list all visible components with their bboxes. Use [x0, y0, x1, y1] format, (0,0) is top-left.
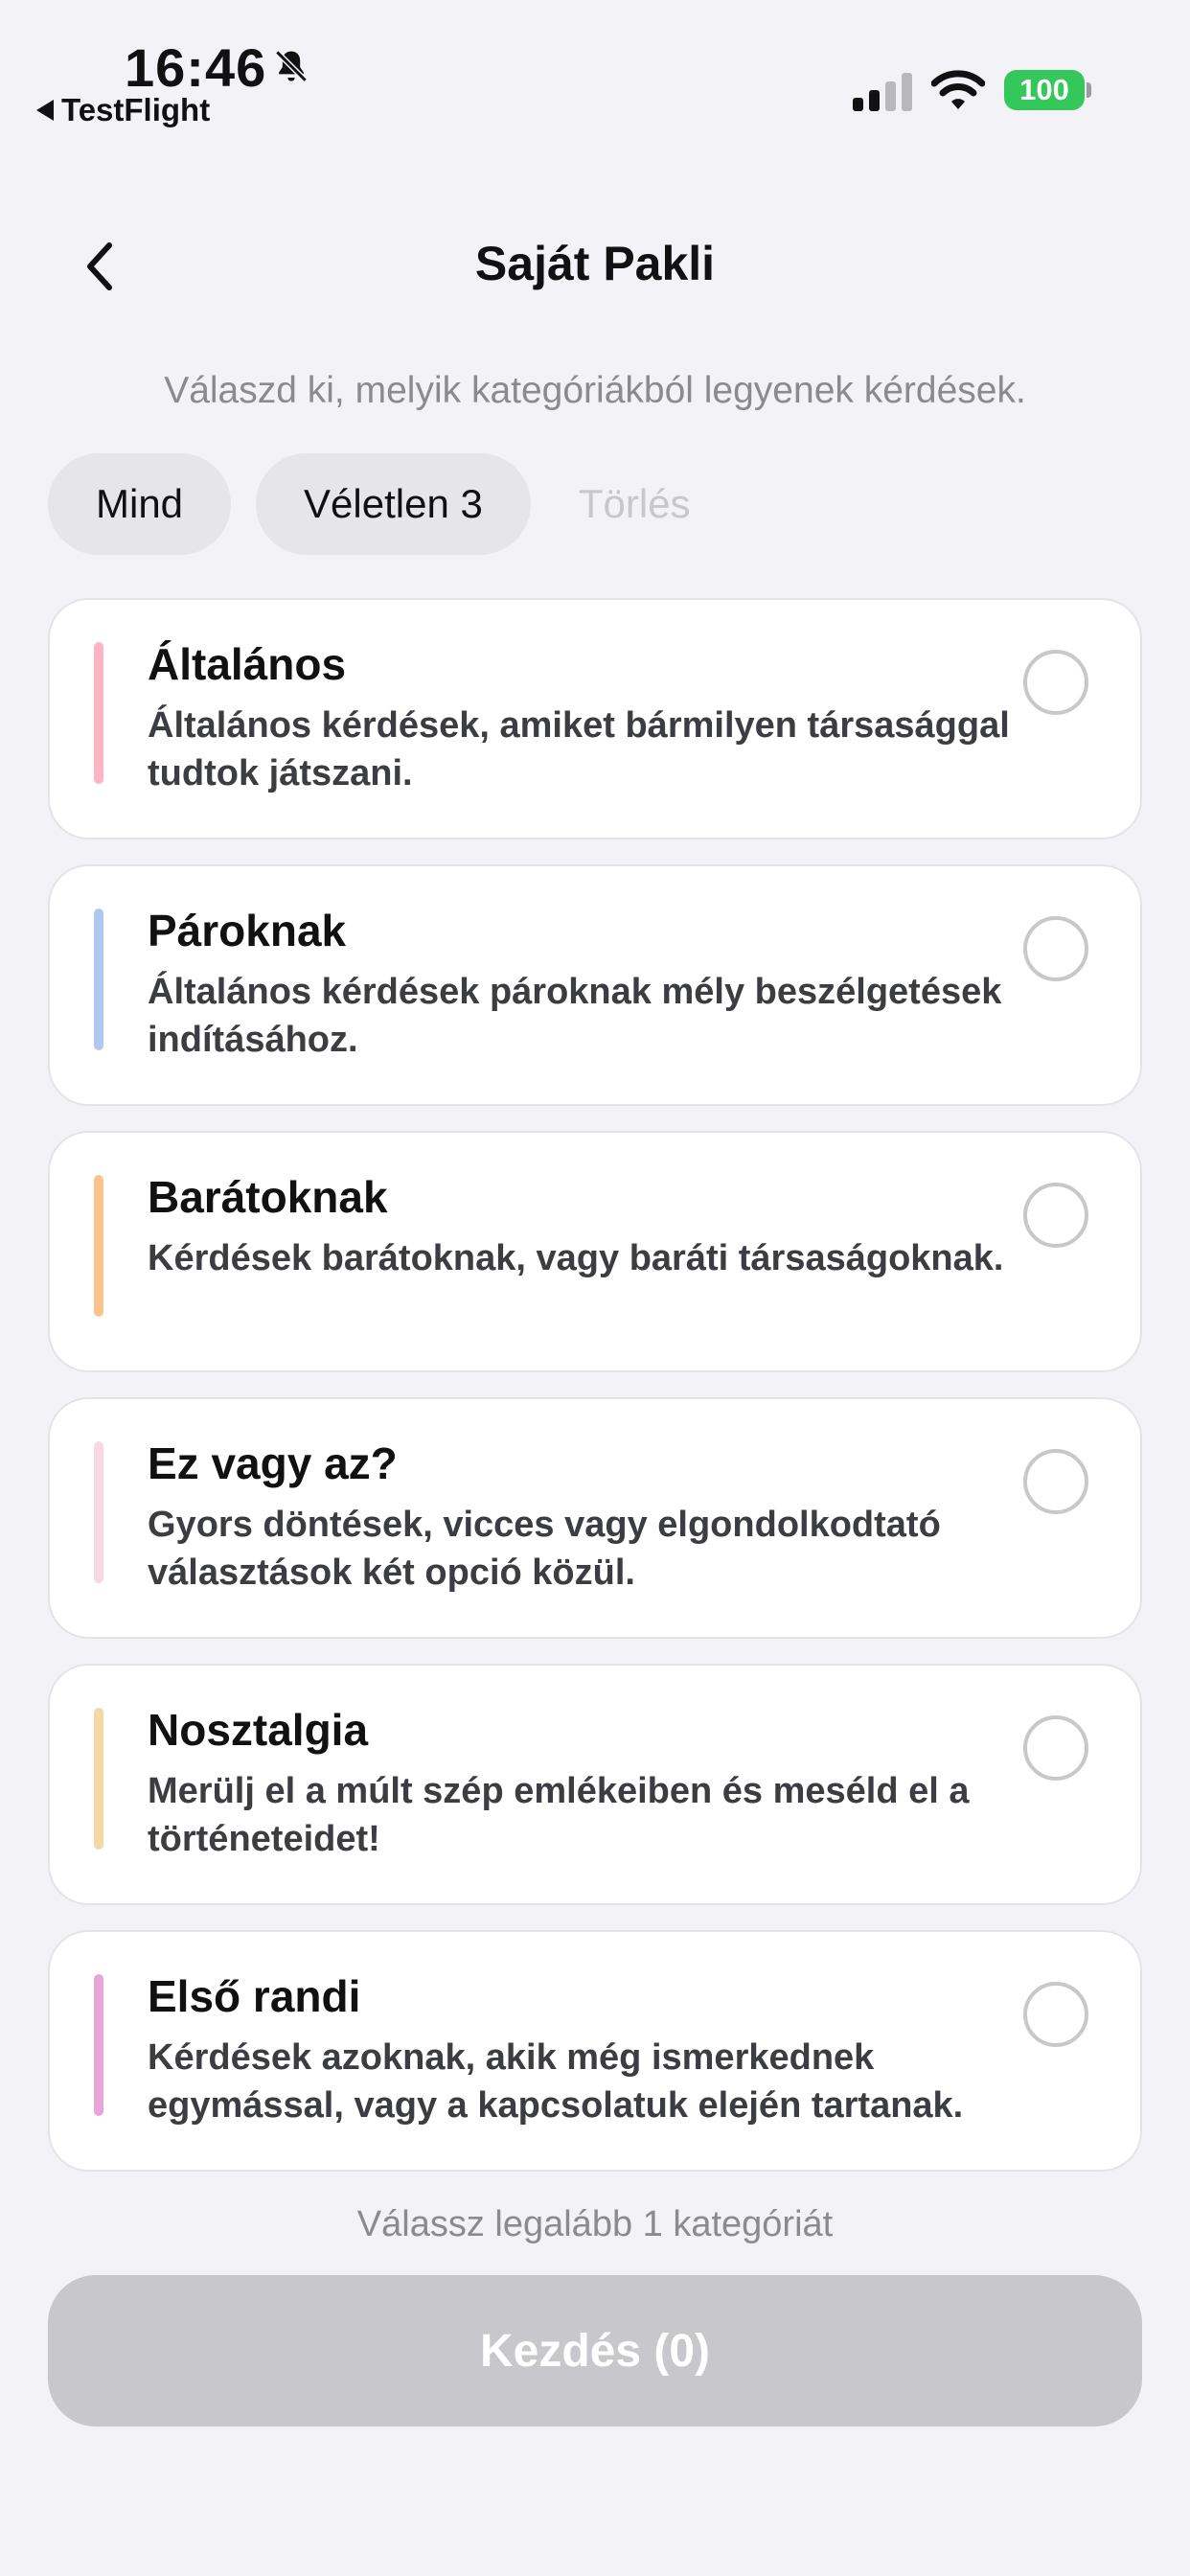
category-title: Barátoknak: [148, 1172, 388, 1222]
selection-chips: Mind Véletlen 3 Törlés: [48, 453, 714, 555]
back-triangle-icon: [36, 100, 54, 121]
category-description: Általános kérdések pároknak mély beszélg…: [148, 972, 1002, 1060]
status-time: 16:46: [125, 37, 267, 98]
category-accent-bar: [94, 1175, 103, 1317]
page-subtitle: Válaszd ki, melyik kategóriákból legyene…: [164, 370, 1026, 411]
status-bar: 16:46 TestFlight 100: [0, 0, 1190, 144]
category-accent-bar: [94, 642, 103, 784]
start-button[interactable]: Kezdés (0): [48, 2275, 1142, 2426]
back-to-testflight[interactable]: TestFlight: [36, 92, 210, 128]
category-radio[interactable]: [1023, 650, 1088, 715]
random-three-chip[interactable]: Véletlen 3: [256, 453, 531, 555]
category-card[interactable]: Első randi Kérdések azoknak, akik még is…: [48, 1930, 1142, 2172]
category-description: Általános kérdések, amiket bármilyen tár…: [148, 705, 1010, 794]
category-title: Pároknak: [148, 906, 347, 955]
select-all-chip[interactable]: Mind: [48, 453, 232, 555]
wifi-icon: [931, 70, 985, 109]
category-card[interactable]: Ez vagy az? Gyors döntések, vicces vagy …: [48, 1397, 1142, 1639]
battery-icon: 100: [1004, 70, 1085, 110]
category-radio[interactable]: [1023, 1715, 1088, 1781]
category-title: Általános: [148, 639, 347, 689]
category-description: Merülj el a múlt szép emlékeiben és mesé…: [148, 1771, 970, 1859]
category-description: Gyors döntések, vicces vagy elgondolkodt…: [148, 1505, 941, 1593]
battery-level: 100: [1019, 73, 1069, 106]
category-accent-bar: [94, 1974, 103, 2116]
category-radio[interactable]: [1023, 916, 1088, 981]
category-radio[interactable]: [1023, 1449, 1088, 1514]
category-card[interactable]: Általános Általános kérdések, amiket bár…: [48, 598, 1142, 840]
category-radio[interactable]: [1023, 1183, 1088, 1248]
bell-slash-icon: [275, 50, 308, 82]
category-card[interactable]: Nosztalgia Merülj el a múlt szép emlékei…: [48, 1664, 1142, 1905]
category-title: Első randi: [148, 1971, 361, 2021]
selection-hint: Válassz legalább 1 kategóriát: [356, 2204, 834, 2244]
category-title: Ez vagy az?: [148, 1438, 398, 1488]
category-accent-bar: [94, 1708, 103, 1850]
page-title: Saját Pakli: [474, 237, 716, 290]
cellular-signal-icon: [853, 73, 912, 111]
category-accent-bar: [94, 908, 103, 1050]
category-card[interactable]: Barátoknak Kérdések barátoknak, vagy bar…: [48, 1131, 1142, 1372]
category-accent-bar: [94, 1441, 103, 1583]
category-description: Kérdések azoknak, akik még ismerkednek e…: [148, 2037, 964, 2126]
battery-cap: [1087, 82, 1091, 98]
category-list: Általános Általános kérdések, amiket bár…: [48, 598, 1142, 2196]
category-title: Nosztalgia: [148, 1705, 369, 1755]
back-app-label: TestFlight: [61, 92, 211, 127]
clear-chip[interactable]: Törlés: [556, 453, 714, 555]
category-description: Kérdések barátoknak, vagy baráti társasá…: [148, 1238, 1004, 1278]
category-radio[interactable]: [1023, 1982, 1088, 2047]
category-card[interactable]: Pároknak Általános kérdések pároknak mél…: [48, 864, 1142, 1106]
